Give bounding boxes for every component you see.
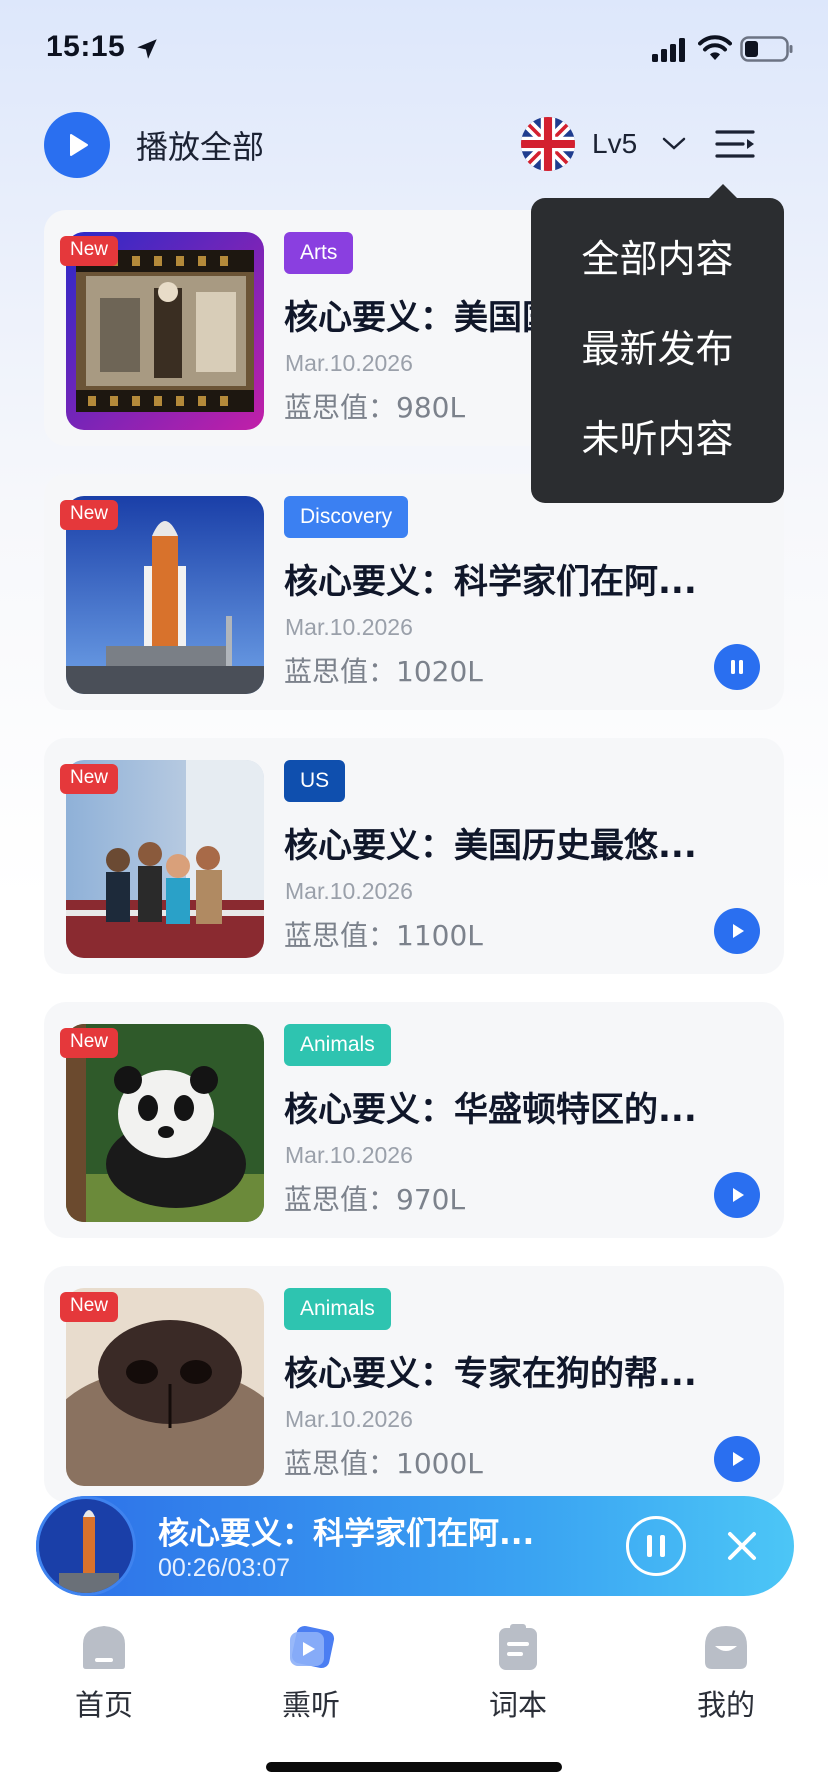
article-date: Mar.10.2026 — [285, 1406, 413, 1432]
category-tag: US — [284, 760, 346, 802]
lexile-value: 蓝思值：1020L — [284, 655, 483, 688]
article-date: Mar.10.2026 — [285, 614, 413, 640]
status-bar: 15:15 — [0, 0, 828, 100]
play-all-label: 播放全部 — [136, 128, 265, 166]
article-title: 核心要义：美国历史最悠... — [284, 826, 697, 866]
wordbook-icon — [499, 1624, 537, 1670]
play-all-button[interactable]: 播放全部 — [44, 112, 264, 178]
level-selector[interactable]: Lv5 — [592, 128, 637, 160]
article-play-button[interactable] — [714, 1172, 760, 1218]
new-badge: New — [60, 764, 119, 794]
filter-option-all[interactable]: 全部内容 — [531, 228, 784, 283]
article-play-button[interactable] — [714, 908, 760, 954]
article-title: 核心要义：华盛顿特区的... — [284, 1090, 697, 1130]
cellular-signal-icon — [652, 38, 685, 62]
lexile-value: 蓝思值：1000L — [284, 1447, 483, 1480]
filter-option-latest[interactable]: 最新发布 — [531, 318, 784, 373]
article-card[interactable]: New Discovery 核心要义：科学家们在阿... Mar.10.2026… — [44, 474, 784, 710]
new-badge: New — [60, 236, 119, 266]
article-date: Mar.10.2026 — [285, 1142, 413, 1168]
playback-time: 00:26/03:07 — [158, 1554, 291, 1582]
article-card[interactable]: New Animals 核心要义：专家在狗的帮... Mar.10.2026 蓝… — [44, 1266, 784, 1502]
home-icon — [83, 1626, 125, 1669]
tab-profile[interactable]: 我的 — [656, 1622, 796, 1724]
category-tag: Arts — [284, 232, 354, 274]
filter-option-unheard[interactable]: 未听内容 — [531, 408, 784, 463]
wifi-icon — [698, 35, 732, 60]
uk-flag-icon[interactable] — [521, 117, 575, 171]
tab-listen[interactable]: 熏听 — [241, 1622, 381, 1724]
pause-icon — [647, 1535, 665, 1557]
filter-menu-icon[interactable] — [714, 124, 758, 164]
status-time: 15:15 — [46, 30, 126, 63]
lexile-value: 蓝思值：980L — [284, 391, 466, 424]
tab-home[interactable]: 首页 — [34, 1622, 174, 1724]
mini-player[interactable]: 核心要义：科学家们在阿... 00:26/03:07 — [36, 1496, 794, 1596]
article-title: 核心要义：科学家们在阿... — [284, 562, 697, 602]
location-arrow-icon — [137, 39, 157, 59]
filter-dropdown-menu: 全部内容 最新发布 未听内容 — [531, 184, 784, 503]
lexile-value: 蓝思值：970L — [284, 1183, 466, 1216]
battery-icon — [740, 36, 793, 62]
article-title: 核心要义：专家在狗的帮... — [284, 1354, 697, 1394]
lexile-value: 蓝思值：1100L — [284, 919, 483, 952]
now-playing-title: 核心要义：科学家们在阿... — [158, 1516, 535, 1552]
mini-player-pause-button[interactable] — [626, 1516, 686, 1576]
chevron-down-icon[interactable] — [660, 132, 688, 154]
category-tag: Discovery — [284, 496, 409, 538]
play-icon — [733, 1452, 744, 1466]
article-date: Mar.10.2026 — [285, 878, 413, 904]
new-badge: New — [60, 1292, 119, 1322]
pause-icon — [731, 660, 743, 674]
profile-icon — [705, 1626, 747, 1669]
tab-wordbook[interactable]: 词本 — [448, 1622, 588, 1724]
article-card[interactable]: New US 核心要义：美国历史最悠... Mar.10.2026 蓝思值：11… — [44, 738, 784, 974]
play-all-icon — [44, 112, 110, 178]
home-indicator — [266, 1762, 562, 1772]
play-icon — [733, 1188, 744, 1202]
listen-icon — [290, 1625, 335, 1669]
mini-player-thumbnail — [36, 1496, 136, 1596]
article-play-button[interactable] — [714, 1436, 760, 1482]
article-pause-button[interactable] — [714, 644, 760, 690]
new-badge: New — [60, 500, 119, 530]
play-icon — [733, 924, 744, 938]
category-tag: Animals — [284, 1024, 391, 1066]
article-date: Mar.10.2026 — [285, 350, 413, 376]
article-card[interactable]: New Animals 核心要义：华盛顿特区的... Mar.10.2026 蓝… — [44, 1002, 784, 1238]
new-badge: New — [60, 1028, 119, 1058]
close-icon[interactable] — [722, 1526, 762, 1566]
category-tag: Animals — [284, 1288, 391, 1330]
